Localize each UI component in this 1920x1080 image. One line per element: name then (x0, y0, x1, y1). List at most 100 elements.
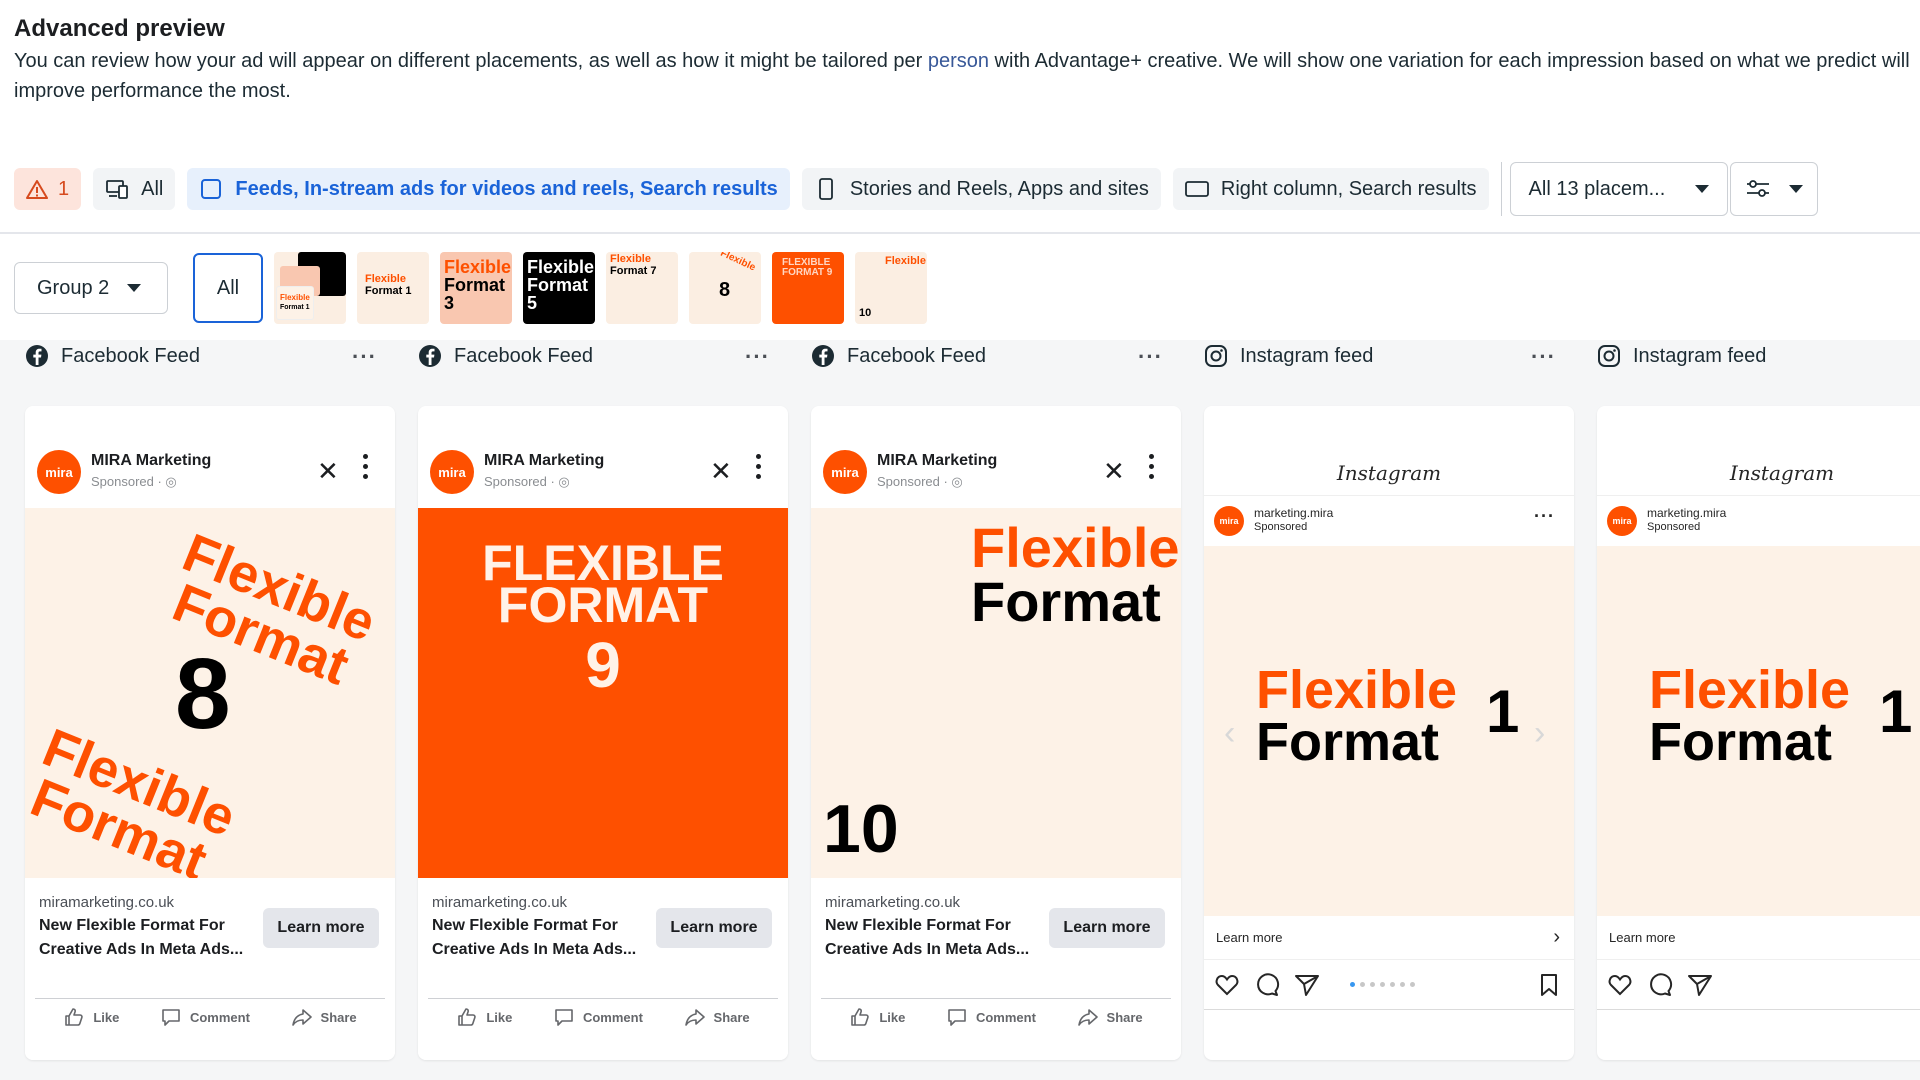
post-footer: miramarketing.co.uk New Flexible Format … (418, 878, 788, 1060)
link-domain: miramarketing.co.uk (432, 894, 568, 911)
description-text: You can review how your ad will appear o… (14, 50, 928, 72)
creative-thumbnail[interactable]: Flexible 10 (855, 252, 927, 324)
like-label: Like (879, 1009, 906, 1025)
more-options-icon[interactable]: ··· (1534, 506, 1555, 527)
post-actions: Like Comment Share (25, 1006, 395, 1028)
placement-header: Facebook Feed ··· (811, 340, 1181, 372)
ad-preview-card: Instagram mira marketing.mira Sponsored … (1204, 406, 1574, 1060)
send-icon[interactable] (1294, 972, 1320, 998)
creative-thumbnail[interactable]: Flexible Format 5 (523, 252, 595, 324)
share-label: Share (1106, 1009, 1143, 1025)
learn-more-button[interactable]: Learn more (263, 908, 379, 948)
placement-header: Instagram feed ··· (1204, 340, 1574, 372)
filter-right-column[interactable]: Right column, Search results (1172, 168, 1489, 210)
like-button[interactable]: Like (456, 1006, 512, 1028)
more-options-icon[interactable]: ··· (1531, 344, 1556, 370)
learn-more-link[interactable]: Learn more (1216, 930, 1282, 945)
close-icon[interactable]: ✕ (317, 456, 339, 487)
creative-word-2: FORMAT (497, 577, 709, 633)
placement-name: Instagram feed (1240, 344, 1374, 367)
comment-icon (948, 1009, 966, 1026)
carousel-next-icon[interactable]: › (1534, 714, 1545, 753)
creative-thumbnail[interactable]: Flexible Format 7 (606, 252, 678, 324)
learn-more-button[interactable]: Learn more (1049, 908, 1165, 948)
send-icon[interactable] (1687, 972, 1713, 998)
ad-headline: New Flexible Format For Creative Ads In … (825, 917, 1030, 958)
page-name: MIRA Marketing (91, 452, 212, 469)
facebook-icon (419, 345, 441, 367)
more-options-icon[interactable]: ··· (352, 344, 377, 370)
more-options-icon[interactable]: ··· (1138, 344, 1163, 370)
sponsored-label: Sponsored (1647, 521, 1701, 533)
placement-header: Facebook Feed ··· (25, 340, 395, 372)
share-label: Share (320, 1009, 357, 1025)
post-actions: Like Comment Share (811, 1006, 1181, 1028)
ad-creative: Flexible Format 8 Flexible Format (25, 508, 395, 878)
like-button[interactable]: Like (63, 1006, 119, 1028)
placement-name: Facebook Feed (61, 344, 200, 367)
close-icon[interactable]: ✕ (710, 456, 732, 487)
placements-dropdown-value: All 13 placem... (1528, 177, 1666, 200)
creative-thumbnail[interactable]: Flexible Format 1 (357, 252, 429, 324)
heart-icon[interactable] (1214, 972, 1240, 998)
link-domain: miramarketing.co.uk (825, 894, 961, 911)
carousel-prev-icon[interactable]: ‹ (1224, 714, 1235, 753)
carousel-dots (1350, 982, 1420, 987)
thumb-text-top: Flexible (718, 252, 758, 274)
close-icon[interactable]: ✕ (1103, 456, 1125, 487)
warning-icon (26, 180, 48, 199)
instagram-logo: Instagram (1336, 460, 1442, 485)
thumbs-up-icon (458, 1008, 477, 1026)
heart-icon[interactable] (1607, 972, 1633, 998)
creative-thumbnail[interactable]: Flexible 8 (689, 252, 761, 324)
filter-stories-label: Stories and Reels, Apps and sites (849, 177, 1149, 200)
creative-thumbnail[interactable]: FLEXIBLE FORMAT 9 (772, 252, 844, 324)
kebab-menu-icon[interactable] (1149, 454, 1155, 484)
placement-header: Instagram feed (1597, 340, 1920, 372)
filter-separator (1500, 162, 1502, 216)
cta-bar[interactable]: Learn more (1597, 916, 1920, 960)
learn-more-link[interactable]: Learn more (1609, 930, 1675, 945)
share-button[interactable]: Share (684, 1006, 750, 1028)
more-options-icon[interactable]: ··· (745, 344, 770, 370)
filter-feeds[interactable]: Feeds, In-stream ads for videos and reel… (187, 168, 790, 210)
comment-button[interactable]: Comment (553, 1006, 643, 1028)
comment-button[interactable]: Comment (160, 1006, 250, 1028)
warning-chip[interactable]: 1 (14, 168, 82, 210)
sliders-icon (1747, 180, 1770, 197)
thumb-text-top: Flexible (610, 253, 651, 265)
share-button[interactable]: Share (1077, 1006, 1143, 1028)
placements-dropdown[interactable]: All 13 placem... (1509, 162, 1729, 216)
creative-thumbnail[interactable]: Flexible Format 3 (440, 252, 512, 324)
all-creatives-button[interactable]: All (193, 253, 263, 323)
creative-thumbnail[interactable]: Flexible Format 1 (274, 252, 346, 324)
comment-icon (555, 1009, 573, 1026)
learn-more-button[interactable]: Learn more (656, 908, 772, 948)
view-settings-dropdown[interactable] (1730, 162, 1819, 216)
all-creatives-label: All (216, 276, 240, 299)
preview-column: Instagram feed Instagram mira marketing.… (1597, 340, 1920, 1060)
creative-word-1: Flexible (1649, 660, 1851, 720)
person-link[interactable]: person (928, 50, 989, 72)
account-name: marketing.mira (1647, 506, 1727, 520)
group-dropdown[interactable]: Group 2 (14, 262, 168, 314)
comment-button[interactable]: Comment (946, 1006, 1036, 1028)
share-button[interactable]: Share (291, 1006, 357, 1028)
filter-stories[interactable]: Stories and Reels, Apps and sites (801, 168, 1161, 210)
ad-creative: FLEXIBLE FORMAT 9 (418, 508, 788, 878)
cta-bar[interactable]: Learn more › (1204, 916, 1574, 960)
page-description: You can review how your ad will appear o… (14, 46, 1920, 106)
kebab-menu-icon[interactable] (756, 454, 762, 484)
like-button[interactable]: Like (849, 1006, 905, 1028)
avatar: mira (1607, 506, 1637, 536)
ad-headline: New Flexible Format For Creative Ads In … (432, 917, 637, 958)
thumbs-up-icon (851, 1008, 870, 1026)
creative-number: 9 (585, 629, 621, 701)
ad-preview-card: Instagram mira marketing.mira Sponsored … (1597, 406, 1920, 1060)
bookmark-icon[interactable] (1536, 972, 1562, 998)
kebab-menu-icon[interactable] (363, 454, 369, 484)
post-actions: Like Comment Share (418, 1006, 788, 1028)
comment-icon[interactable] (1647, 972, 1673, 998)
comment-icon[interactable] (1254, 972, 1280, 998)
filter-all-devices[interactable]: All (93, 168, 176, 210)
